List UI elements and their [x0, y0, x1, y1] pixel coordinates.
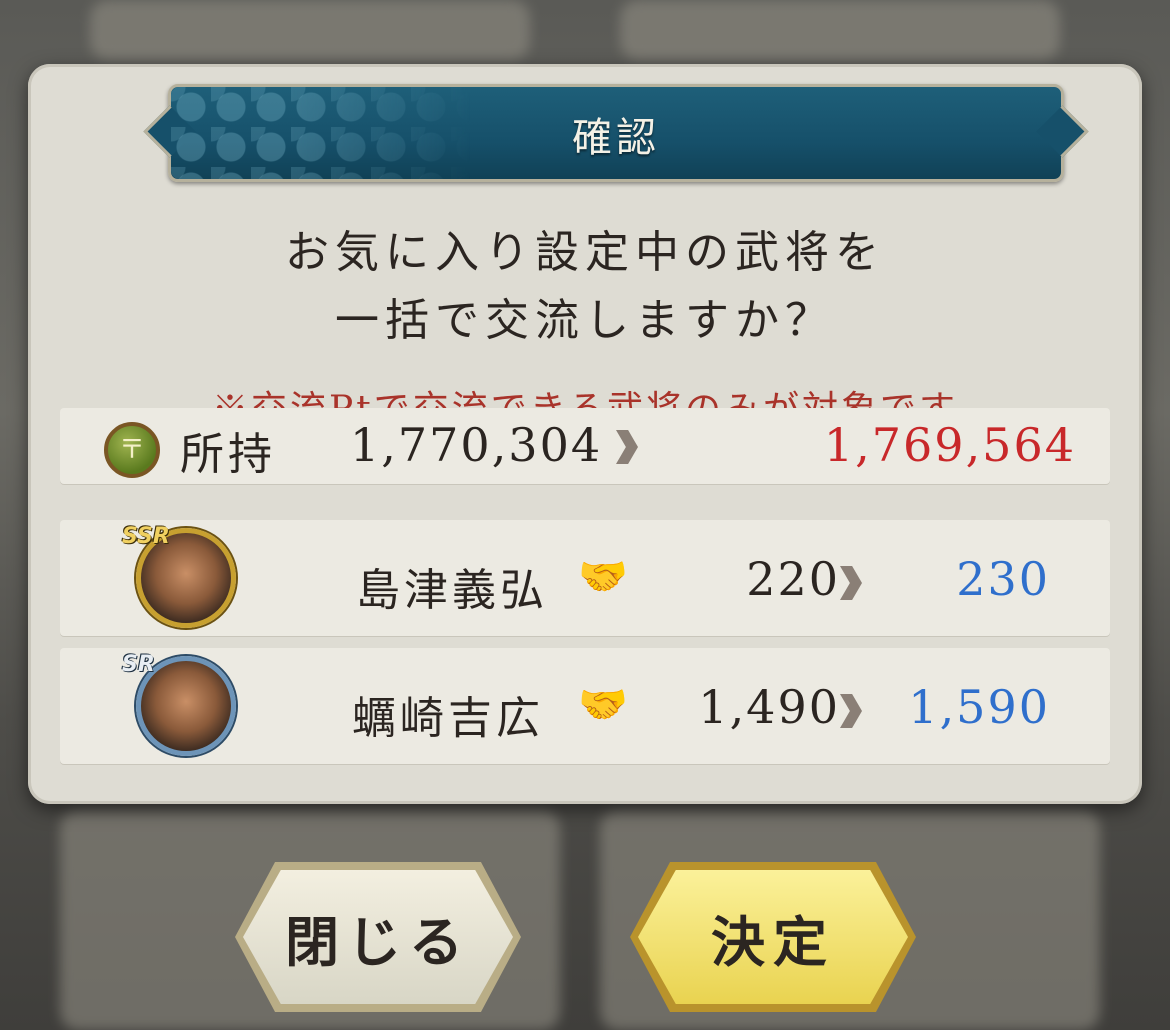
general-name: 蠣崎吉広 [352, 693, 544, 744]
arrow-right-icon [840, 566, 862, 600]
general-row: SSR 島津義弘 🤝 220 230 [60, 520, 1110, 636]
close-button[interactable]: 閉じる [235, 862, 521, 1012]
confirm-button-label: 決定 [711, 909, 835, 974]
arrow-right-icon [840, 694, 862, 728]
dialog-title: 確認 [572, 115, 660, 161]
confirm-button[interactable]: 決定 [630, 862, 916, 1012]
handshake-icon: 🤝 [578, 554, 628, 600]
arrow-right-icon [616, 430, 638, 464]
general-row: SR 蠣崎吉広 🤝 1,490 1,590 [60, 648, 1110, 764]
handshake-icon: 🤝 [578, 682, 628, 728]
currency-after: 1,769,564 [823, 418, 1076, 472]
close-button-label: 閉じる [285, 909, 471, 974]
coin-icon: 〒 [104, 422, 160, 478]
background-card [620, 0, 1060, 60]
background-card [90, 0, 530, 60]
dialog-header: 確認 [168, 84, 1064, 182]
points-after: 230 [956, 552, 1050, 606]
dialog-message-line1: お気に入り設定中の武将を [285, 227, 885, 278]
points-after: 1,590 [908, 680, 1050, 734]
points-before: 220 [746, 552, 840, 606]
currency-row: 〒 所持 1,770,304 1,769,564 [60, 408, 1110, 484]
rarity-badge: SR [122, 652, 155, 677]
currency-before: 1,770,304 [350, 418, 603, 472]
rarity-badge: SSR [122, 524, 170, 549]
general-name: 島津義弘 [356, 565, 548, 616]
currency-label: 所持 [180, 429, 276, 480]
confirm-dialog: 確認 お気に入り設定中の武将を 一括で交流しますか？ ※交流Ptで交流できる武将… [28, 64, 1142, 804]
dialog-message-line2: 一括で交流しますか？ [335, 295, 835, 346]
points-before: 1,490 [698, 680, 840, 734]
